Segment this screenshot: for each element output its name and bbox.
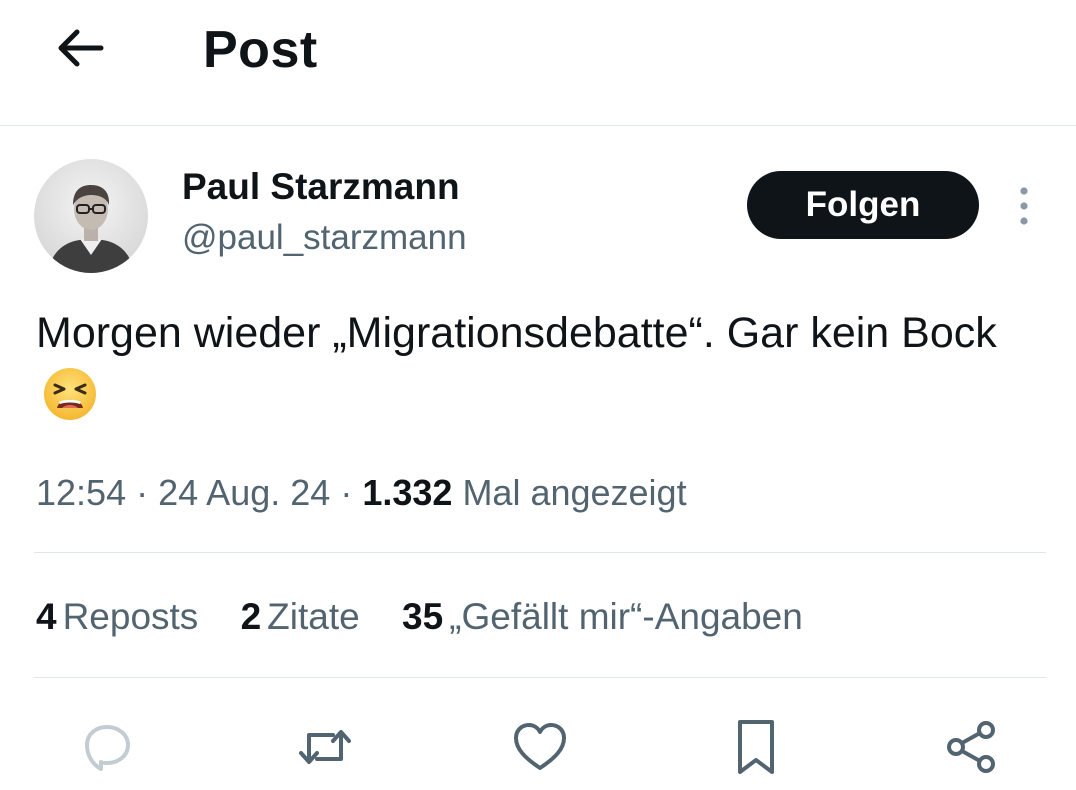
reply-icon xyxy=(85,725,130,771)
likes-stat[interactable]: 35 „Gefällt mir“-Angaben xyxy=(402,596,803,638)
avatar[interactable] xyxy=(34,159,148,273)
divider xyxy=(34,677,1046,678)
back-button[interactable] xyxy=(44,18,116,78)
tweet-time[interactable]: 12:54 xyxy=(36,472,126,513)
bookmark-icon xyxy=(738,720,774,774)
author-handle[interactable]: @paul_starzmann xyxy=(182,218,467,258)
views-label: Mal angezeigt xyxy=(462,472,687,513)
follow-button[interactable]: Folgen xyxy=(747,171,979,239)
top-bar: Post xyxy=(0,0,1076,126)
likes-label: „Gefällt mir“-Angaben xyxy=(449,596,803,637)
tweet-meta: 12:54 · 24 Aug. 24 · 1.332 Mal angezeigt xyxy=(36,472,687,514)
reposts-count: 4 xyxy=(36,596,57,637)
reposts-stat[interactable]: 4 Reposts xyxy=(36,596,198,638)
share-button[interactable] xyxy=(936,712,1006,782)
share-icon xyxy=(947,721,995,773)
author-name[interactable]: Paul Starzmann xyxy=(182,166,460,208)
views-count: 1.332 xyxy=(362,472,453,513)
heart-icon xyxy=(514,723,566,770)
more-vertical-icon xyxy=(1020,187,1028,225)
action-bar xyxy=(0,712,1076,782)
engagement-stats: 4 Reposts 2 Zitate 35 „Gefällt mir“-Angaben xyxy=(36,596,835,638)
tweet-text: Morgen wieder „Migrationsdebatte“. Gar k… xyxy=(36,300,1036,441)
user-photo xyxy=(48,185,134,273)
divider xyxy=(34,552,1046,553)
arrow-left-icon xyxy=(58,29,104,67)
separator: · xyxy=(136,472,149,513)
repost-icon xyxy=(299,730,351,764)
bookmark-button[interactable] xyxy=(721,712,791,782)
tired-face-emoji xyxy=(42,366,98,441)
repost-button[interactable] xyxy=(290,712,360,782)
tweet-text-content: Morgen wieder „Migrationsdebatte“. Gar k… xyxy=(36,309,997,357)
quotes-stat[interactable]: 2 Zitate xyxy=(241,596,360,638)
page-title: Post xyxy=(203,21,318,79)
likes-count: 35 xyxy=(402,596,444,637)
like-button[interactable] xyxy=(505,712,575,782)
reply-button[interactable] xyxy=(72,712,142,782)
separator: · xyxy=(340,472,353,513)
reposts-label: Reposts xyxy=(62,596,199,637)
quotes-count: 2 xyxy=(240,596,262,637)
more-options-button[interactable] xyxy=(1004,180,1044,232)
quotes-label: Zitate xyxy=(267,596,360,637)
tweet-date[interactable]: 24 Aug. 24 xyxy=(158,472,330,513)
